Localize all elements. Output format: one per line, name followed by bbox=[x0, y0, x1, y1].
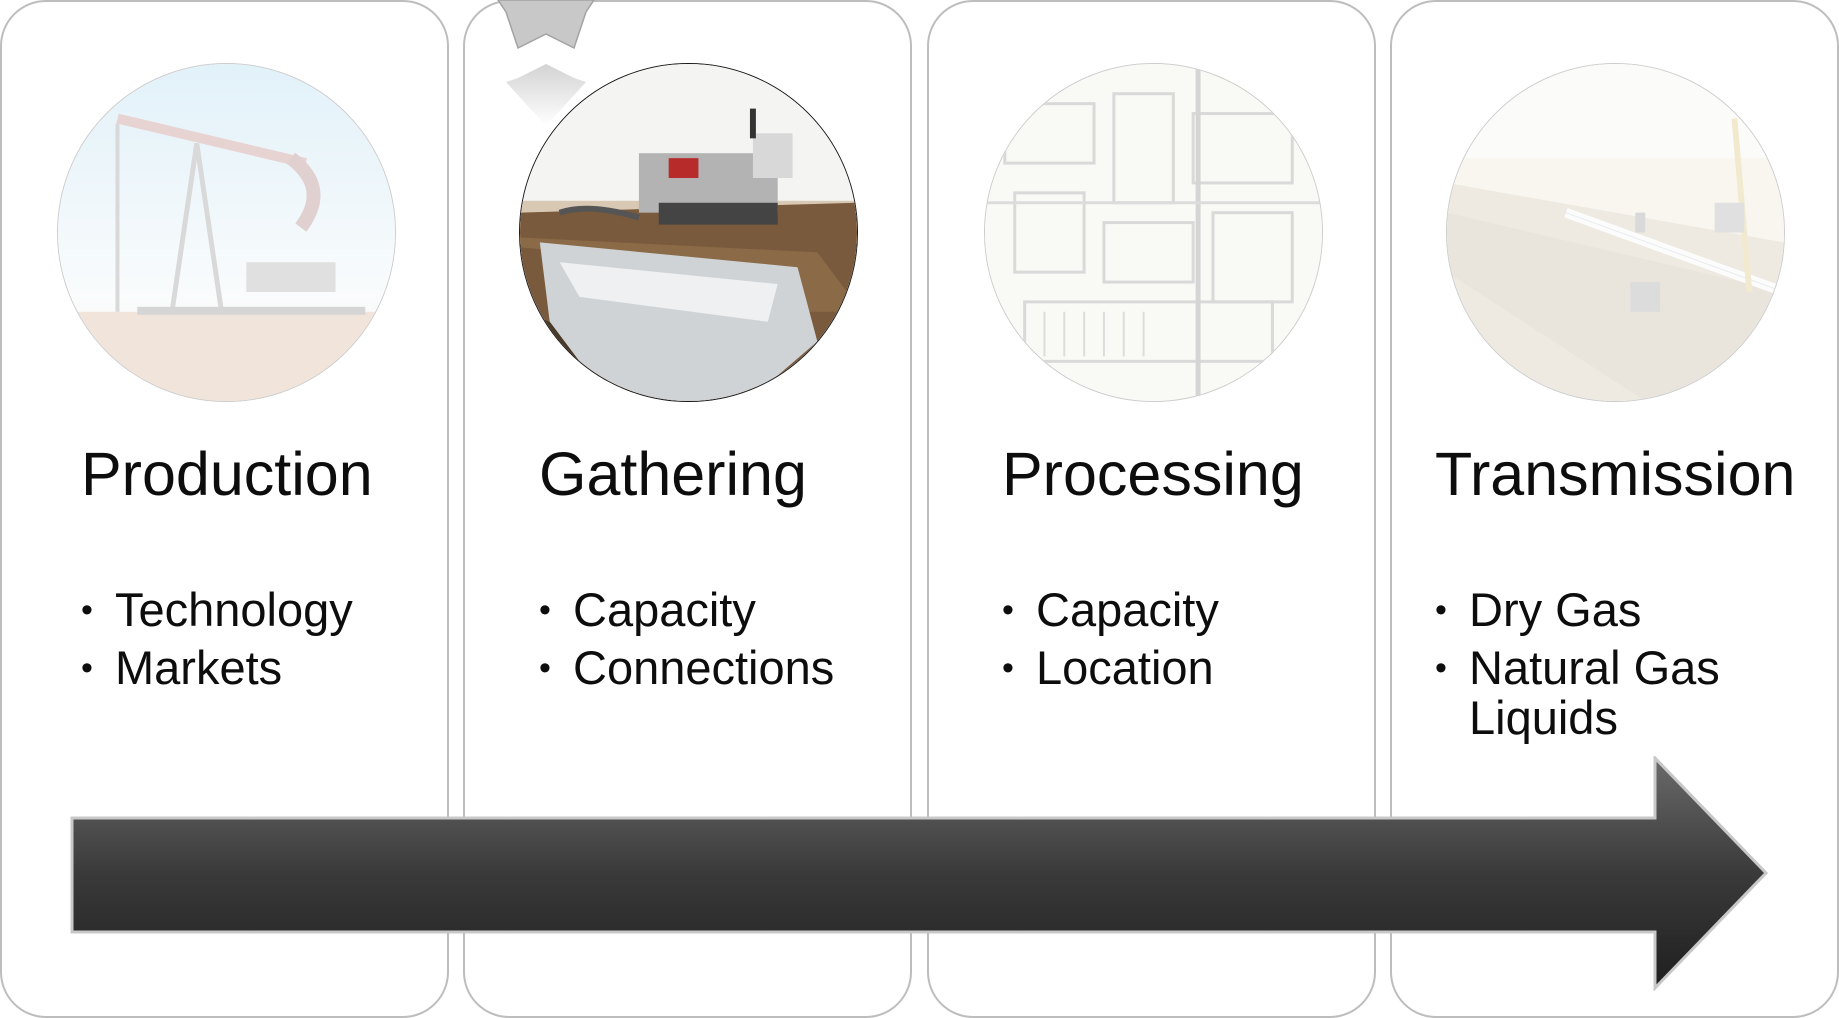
oil-pumpjack-photo bbox=[57, 63, 396, 402]
stage-title: Production bbox=[81, 440, 373, 508]
list-item: Capacity bbox=[1002, 585, 1219, 636]
star-icon bbox=[497, 0, 595, 126]
list-item: Location bbox=[1002, 643, 1219, 694]
stage-title: Transmission bbox=[1435, 440, 1796, 508]
list-item: Dry Gas bbox=[1435, 585, 1830, 636]
stage-bullet-list: Dry Gas Natural Gas Liquids bbox=[1435, 585, 1830, 751]
list-item: Technology bbox=[81, 585, 353, 636]
processing-plant-illustration bbox=[985, 64, 1322, 401]
list-item: Connections bbox=[539, 643, 834, 694]
stage-bullet-list: Capacity Location bbox=[1002, 585, 1219, 701]
stage-bullet-list: Technology Markets bbox=[81, 585, 353, 701]
list-item: Markets bbox=[81, 643, 353, 694]
transmission-pipeline-illustration bbox=[1447, 64, 1784, 401]
right-arrow bbox=[70, 756, 1769, 991]
stage-title: Gathering bbox=[539, 440, 807, 508]
stage-bullet-list: Capacity Connections bbox=[539, 585, 834, 701]
oil-pumpjack-illustration bbox=[58, 64, 395, 401]
list-item: Natural Gas Liquids bbox=[1435, 643, 1830, 743]
stage-title: Processing bbox=[1002, 440, 1304, 508]
transmission-pipeline-construction-photo bbox=[1446, 63, 1785, 402]
list-item: Capacity bbox=[539, 585, 834, 636]
processing-plant-aerial-photo bbox=[984, 63, 1323, 402]
